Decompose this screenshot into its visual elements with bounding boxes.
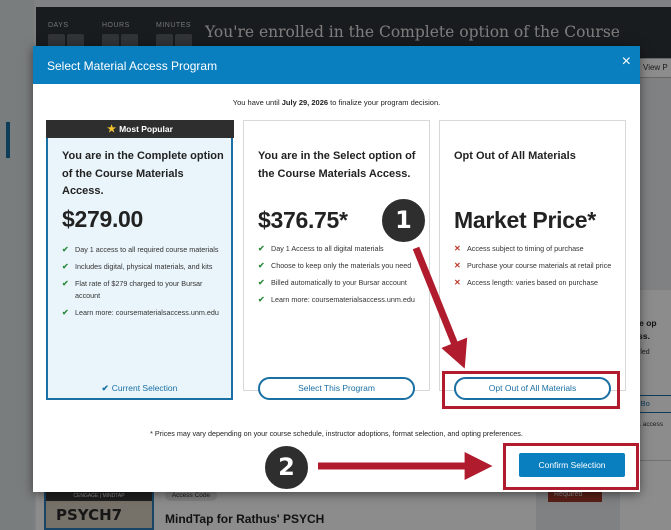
card-title: You are in the Complete option of the Co…	[62, 150, 224, 197]
card-price: $376.75*	[258, 207, 348, 233]
deadline-prefix: You have until	[232, 98, 280, 107]
check-icon: ✔	[258, 261, 265, 270]
program-card-select[interactable]: You are in the Select option of the Cour…	[243, 120, 430, 400]
list-item: ✔ Day 1 Access to all digital materials	[258, 244, 384, 253]
step-2-badge: 2	[262, 443, 311, 492]
list-item: ✔ Learn more: coursematerialsaccess.unm.e…	[62, 308, 219, 317]
list-item: ✕ Purchase your course materials at retai…	[454, 261, 612, 270]
card-price: Market Price*	[454, 207, 596, 233]
check-icon: ✔	[101, 383, 109, 393]
step-1-badge: 1	[379, 196, 428, 245]
list-item: ✔ Day 1 access to all required course mat…	[62, 245, 219, 254]
modal-header: Select Material Access Program ×	[33, 46, 640, 84]
modal-title: Select Material Access Program	[47, 59, 218, 73]
select-program-modal: Select Material Access Program × You hav…	[33, 46, 640, 492]
x-icon: ✕	[454, 278, 461, 287]
deadline-suffix: to finalize your program decision.	[330, 98, 441, 107]
card-title: Opt Out of All Materials	[454, 150, 576, 162]
list-item: ✕ Access subject to timing of purchase	[454, 244, 584, 253]
program-card-opt-out[interactable]: Opt Out of All Materials Market Price* ✕…	[439, 120, 626, 400]
feature-list: ✕ Access subject to timing of purchase ✕ P…	[454, 243, 614, 294]
check-icon: ✔	[258, 278, 265, 287]
check-icon: ✔	[62, 279, 69, 288]
program-card-complete[interactable]: You are in the Complete option of the Co…	[46, 120, 233, 400]
star-icon: ★	[107, 124, 117, 135]
list-item: ✔ Learn more: coursematerialsaccess.unm.e…	[258, 295, 415, 304]
deadline-notice: You have until July 29, 2026 to finalize…	[33, 98, 640, 107]
list-item: ✔ Flat rate of $279 charged to your Bursa…	[62, 279, 203, 300]
x-icon: ✕	[454, 244, 461, 253]
modal-body: You have until July 29, 2026 to finalize…	[33, 84, 640, 492]
list-item: ✔ Includes digital, physical materials, a…	[62, 262, 213, 271]
list-item: ✔ Billed automatically to your Bursar acc…	[258, 278, 407, 287]
highlight-confirm	[503, 443, 639, 490]
current-selection-indicator: ✔ Current Selection	[101, 383, 178, 393]
list-item: ✔ Choose to keep only the materials you n…	[258, 261, 412, 270]
list-item: ✕ Access length: varies based on purchase	[454, 278, 599, 287]
feature-list: ✔ Day 1 Access to all digital materials ✔…	[258, 243, 418, 311]
card-title: You are in the Select option of the Cour…	[258, 150, 416, 180]
card-price: $279.00	[62, 206, 144, 232]
select-program-button[interactable]: Select This Program	[258, 377, 415, 400]
feature-list: ✔ Day 1 access to all required course mat…	[62, 244, 222, 324]
check-icon: ✔	[258, 244, 265, 253]
highlight-opt-out	[442, 371, 620, 409]
deadline-date: July 29, 2026	[281, 98, 329, 107]
close-icon[interactable]: ×	[622, 54, 631, 70]
check-icon: ✔	[258, 295, 265, 304]
check-icon: ✔	[62, 308, 69, 317]
price-footnote: * Prices may vary depending on your cour…	[150, 429, 523, 438]
most-popular-ribbon: ★ Most Popular	[46, 120, 234, 138]
check-icon: ✔	[62, 262, 69, 271]
check-icon: ✔	[62, 245, 69, 254]
x-icon: ✕	[454, 261, 461, 270]
